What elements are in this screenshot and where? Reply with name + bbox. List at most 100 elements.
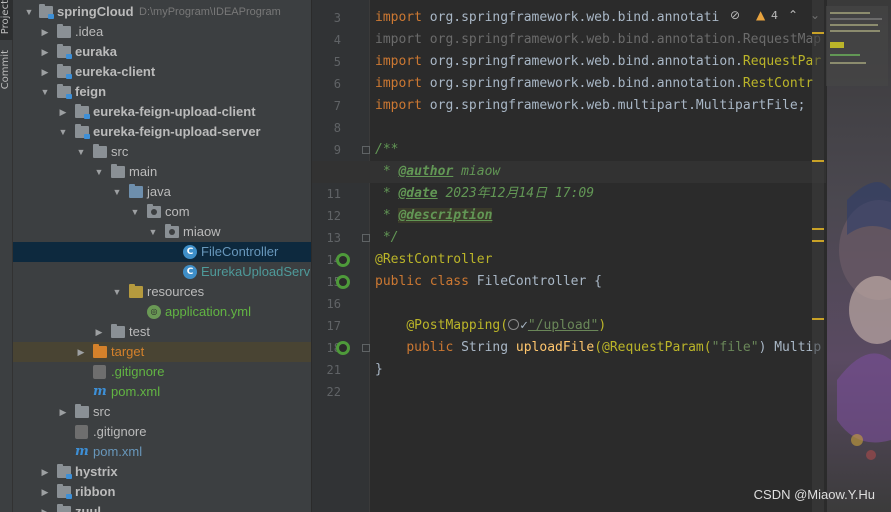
code-line-unused: import org.springframework.web.bind.anno… <box>375 32 822 47</box>
tree-item-gitignore[interactable]: .gitignore <box>13 362 311 382</box>
request-mapping-gutter-icon[interactable] <box>336 341 350 355</box>
eye-crossed-icon[interactable]: ⊘ <box>730 8 744 22</box>
minimap-line <box>830 62 866 64</box>
maven-icon: m <box>93 384 107 399</box>
warning-icon[interactable]: ▲ <box>756 8 765 22</box>
chevron-right-icon[interactable]: ▶ <box>39 502 51 512</box>
module-folder-icon <box>57 504 71 512</box>
tree-root[interactable]: ▼ springCloud D:\myProgram\IDEAProgram <box>13 2 311 22</box>
chevron-down-icon[interactable]: ▼ <box>93 162 105 182</box>
tree-item-filecontroller[interactable]: C FileController <box>13 242 311 262</box>
project-tool-tab[interactable]: Project <box>0 0 13 40</box>
fold-marker-icon[interactable] <box>362 234 370 242</box>
warning-stripe-marker[interactable] <box>812 240 824 242</box>
tree-item-java[interactable]: ▼ java <box>13 182 311 202</box>
spring-bean-gutter-icon[interactable] <box>336 253 350 267</box>
tree-item-feign-pom[interactable]: m pom.xml <box>13 442 311 462</box>
line-number: 9 <box>333 143 341 157</box>
chevron-down-icon[interactable]: ▼ <box>75 142 87 162</box>
package-icon <box>165 224 179 238</box>
chevron-down-icon[interactable]: ▼ <box>57 122 69 142</box>
inspection-widget[interactable]: ⊘ ▲ 4 ⌃ ⌄ <box>726 6 826 26</box>
warning-stripe-marker[interactable] <box>812 160 824 162</box>
tree-item-feign-gitignore[interactable]: .gitignore <box>13 422 311 442</box>
code-line: } <box>375 362 383 377</box>
gitignore-file-icon <box>75 425 88 439</box>
chevron-down-icon[interactable]: ▼ <box>129 202 141 222</box>
tree-item-miaow[interactable]: ▼ miaow <box>13 222 311 242</box>
tree-item-upload-client[interactable]: ▶ eureka-feign-upload-client <box>13 102 311 122</box>
tree-item-eureka-client[interactable]: ▶ eureka-client <box>13 62 311 82</box>
line-number: 6 <box>333 77 341 91</box>
excluded-folder-icon <box>93 344 107 358</box>
chevron-up-icon[interactable]: ⌃ <box>788 8 798 22</box>
tree-item-zuul[interactable]: ▶ zuul <box>13 502 311 512</box>
tree-item-main[interactable]: ▼ main <box>13 162 311 182</box>
tree-item-hystrix[interactable]: ▶ hystrix <box>13 462 311 482</box>
module-folder-icon <box>57 64 72 79</box>
chevron-right-icon[interactable]: ▶ <box>39 482 51 502</box>
chevron-right-icon[interactable]: ▶ <box>93 322 105 342</box>
package-icon <box>147 204 161 218</box>
chevron-right-icon[interactable]: ▶ <box>39 22 51 42</box>
module-folder-icon <box>57 44 72 59</box>
tree-item-idea[interactable]: ▶ .idea <box>13 22 311 42</box>
code-editor[interactable]: 3 4 5 6 7 8 9 10 11 12 13 14 15 16 17 18… <box>312 0 891 512</box>
tree-root-path: D:\myProgram\IDEAProgram <box>139 6 281 18</box>
chevron-down-icon[interactable]: ▼ <box>147 222 159 242</box>
folder-icon <box>93 144 107 158</box>
yaml-file-icon: ◎ <box>147 305 161 319</box>
minimap-line <box>830 30 880 32</box>
tree-item-label: eureka-client <box>75 64 156 79</box>
chevron-right-icon[interactable]: ▶ <box>39 462 51 482</box>
warning-stripe-marker[interactable] <box>812 32 824 34</box>
module-folder-icon <box>75 104 90 119</box>
spring-boot-class-icon: C <box>183 265 197 279</box>
tree-item-label: main <box>129 164 158 179</box>
fold-marker-icon[interactable] <box>362 146 370 154</box>
tree-item-ribbon[interactable]: ▶ ribbon <box>13 482 311 502</box>
tree-item-upload-server[interactable]: ▼ eureka-feign-upload-server <box>13 122 311 142</box>
tree-item-feign-src[interactable]: ▶ src <box>13 402 311 422</box>
code-minimap[interactable] <box>826 6 888 86</box>
line-number: 22 <box>326 385 341 399</box>
code-line-doc: * @date 2023年12月14日 17:09 <box>375 186 595 201</box>
tree-item-label: zuul <box>75 504 101 512</box>
spring-bean-gutter-icon[interactable] <box>336 275 350 289</box>
tree-item-label: pom.xml <box>111 384 161 399</box>
commit-tool-tab[interactable]: Commit <box>0 50 13 120</box>
chevron-down-icon[interactable]: ▼ <box>39 82 51 102</box>
tree-item-label: resources <box>147 284 205 299</box>
minimap-line <box>830 18 882 20</box>
tree-item-euraka[interactable]: ▶ euraka <box>13 42 311 62</box>
tree-item-feign[interactable]: ▼ feign <box>13 82 311 102</box>
editor-scrollbar[interactable] <box>812 0 824 512</box>
line-number: 13 <box>326 231 341 245</box>
tree-item-test[interactable]: ▶ test <box>13 322 311 342</box>
chevron-right-icon[interactable]: ▶ <box>75 342 87 362</box>
tree-item-target[interactable]: ▶ target <box>13 342 311 362</box>
maven-icon: m <box>75 444 89 459</box>
module-folder-icon <box>75 124 90 139</box>
tree-item-application-yml[interactable]: ◎ application.yml <box>13 302 311 322</box>
tree-item-com[interactable]: ▼ com <box>13 202 311 222</box>
code-line: @PostMapping(✓"/upload") <box>406 318 607 333</box>
chevron-down-icon[interactable]: ▼ <box>23 2 35 22</box>
chevron-right-icon[interactable]: ▶ <box>57 102 69 122</box>
chevron-down-icon[interactable]: ▼ <box>111 282 123 302</box>
chevron-right-icon[interactable]: ▶ <box>57 402 69 422</box>
web-endpoint-icon[interactable] <box>508 319 520 330</box>
warning-stripe-marker[interactable] <box>812 228 824 230</box>
tree-item-eurekauploadserver[interactable]: C EurekaUploadServ <box>13 262 311 282</box>
warning-stripe-marker[interactable] <box>812 318 824 320</box>
tree-item-pom[interactable]: m pom.xml <box>13 382 311 402</box>
chevron-right-icon[interactable]: ▶ <box>39 62 51 82</box>
chevron-down-icon[interactable]: ▼ <box>111 182 123 202</box>
module-folder-icon <box>57 84 72 99</box>
fold-marker-icon[interactable] <box>362 344 370 352</box>
warning-count: 4 <box>771 9 778 22</box>
tree-item-src[interactable]: ▼ src <box>13 142 311 162</box>
tree-item-resources[interactable]: ▼ resources <box>13 282 311 302</box>
chevron-right-icon[interactable]: ▶ <box>39 42 51 62</box>
code-area[interactable]: import org.springframework.web.bind.anno… <box>312 0 826 512</box>
